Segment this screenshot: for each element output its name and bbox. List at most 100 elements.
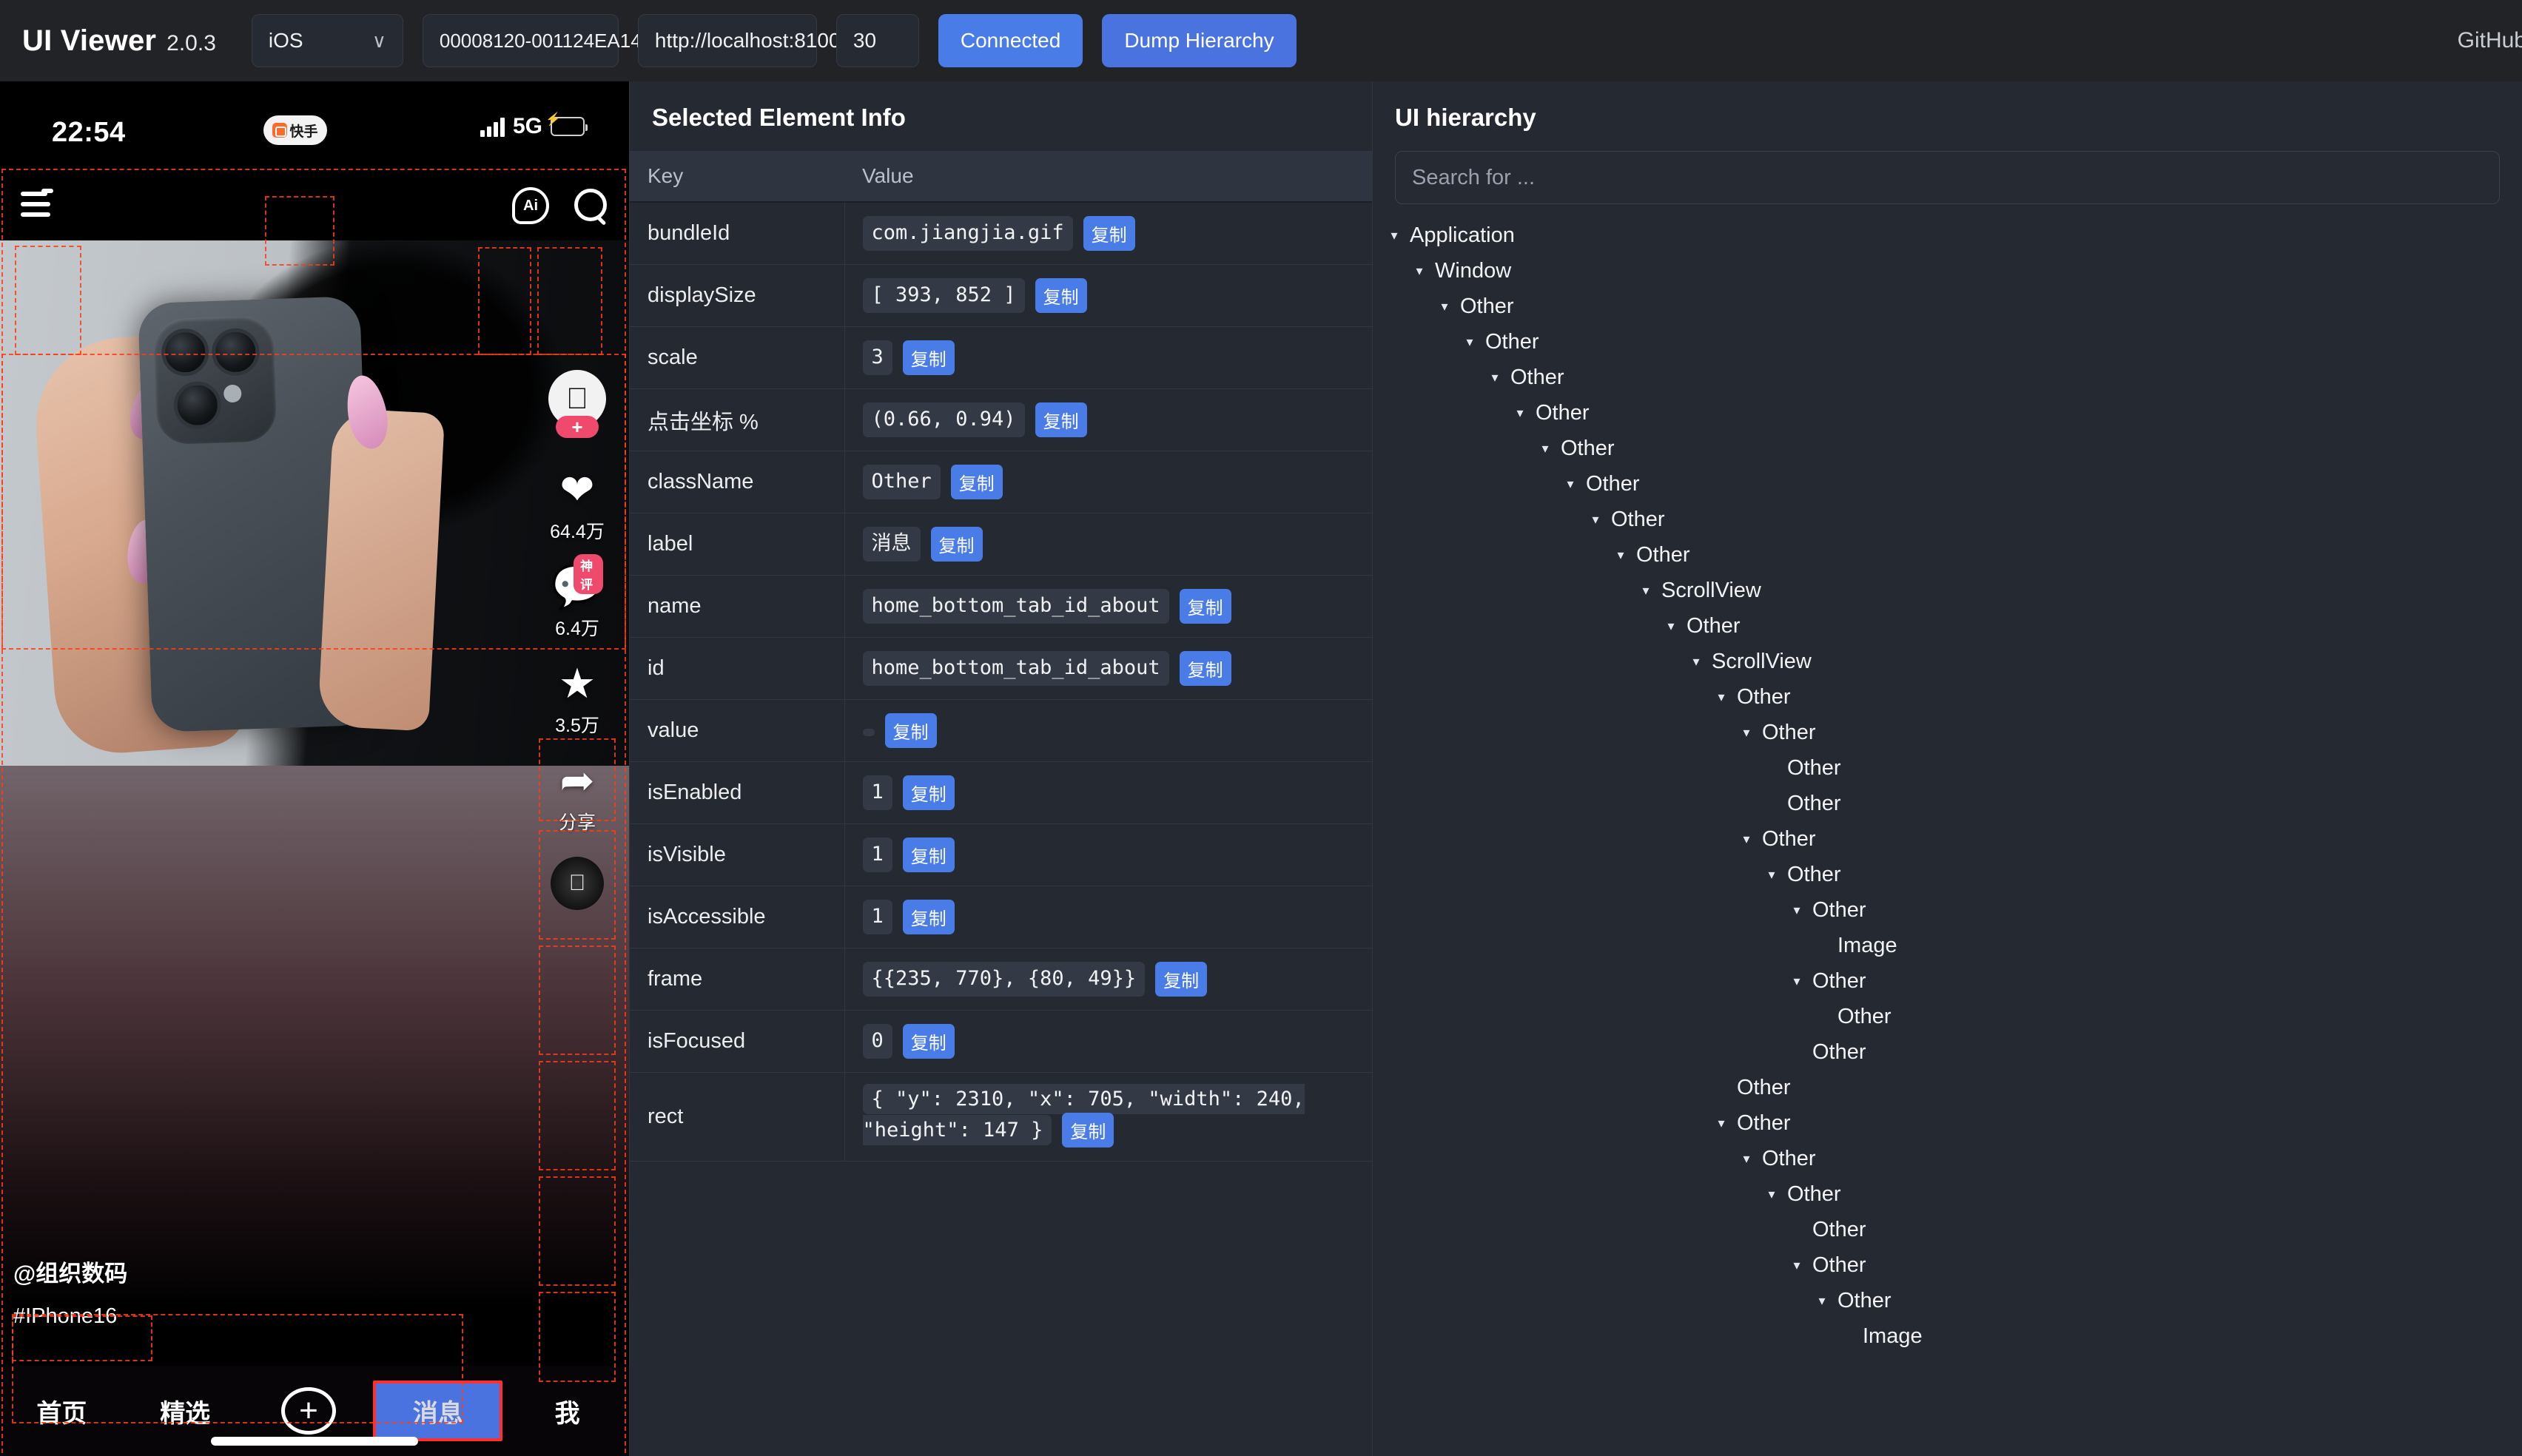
caret-down-icon[interactable]: ▾ (1812, 1293, 1832, 1309)
caret-down-icon[interactable]: ▾ (1661, 619, 1681, 634)
interval-input[interactable]: 30 (835, 14, 919, 67)
caret-down-icon[interactable]: ▾ (1737, 725, 1756, 741)
favorite-action[interactable]: ★ 3.5万 (555, 663, 599, 738)
github-link[interactable]: GitHub (2458, 28, 2522, 53)
tree-node[interactable]: ▾Other (1379, 857, 2522, 892)
tree-node[interactable]: ▾Other (1379, 395, 2522, 431)
copy-button[interactable]: 复制 (902, 340, 955, 375)
tree-node[interactable]: ▾Other (1379, 1105, 2522, 1141)
share-action[interactable]: ➦ 分享 (559, 760, 596, 835)
caret-down-icon[interactable]: ▾ (1687, 654, 1706, 670)
caret-down-icon[interactable]: ▾ (1561, 476, 1580, 492)
device-select[interactable]: 00008120-001124EA1493C01E ∨ (422, 14, 743, 67)
tab-home[interactable]: 首页 (0, 1366, 124, 1456)
platform-select[interactable]: iOS ∨ (251, 14, 403, 67)
follow-button[interactable]: + (556, 416, 599, 438)
connect-button[interactable]: Connected (938, 14, 1083, 67)
tree-node[interactable]: ▾Other (1379, 1070, 2522, 1105)
ai-assistant-icon[interactable]: Ai (512, 187, 549, 224)
music-disc[interactable]:  (551, 857, 604, 910)
video-feed[interactable]:  + ❤ 64.4万 神评 💬 6.4万 ★ 3.5万 ➦ (0, 240, 629, 1456)
tree-node[interactable]: ▾ Application (1379, 218, 2522, 253)
tree-node[interactable]: ▾Other (1379, 821, 2522, 857)
caption-hashtag[interactable]: #IPhone16 (13, 1304, 127, 1329)
tree-node[interactable]: ▾Other (1379, 1247, 2522, 1283)
tree-node[interactable]: ▾Other (1379, 431, 2522, 466)
tree-node[interactable]: ▾Other (1379, 1212, 2522, 1247)
copy-button[interactable]: 复制 (902, 837, 955, 872)
tree-node[interactable]: ▾Other (1379, 963, 2522, 999)
copy-button[interactable]: 复制 (1035, 402, 1087, 437)
caret-down-icon[interactable]: ▾ (1435, 299, 1454, 314)
device-screen-mirror[interactable]: 22:54 快手 5G Ai + ❤ 64.4万 神评 6.4万 ★ 3.5万 … (0, 81, 629, 1456)
copy-button[interactable]: 复制 (1083, 216, 1135, 251)
menu-icon[interactable] (21, 189, 56, 221)
copy-button[interactable]: 复制 (1155, 962, 1208, 997)
selected-element-info-panel: Selected Element Info Key Value bundleId… (629, 81, 1373, 1456)
tree-node[interactable]: ▾Other (1379, 502, 2522, 537)
copy-button[interactable]: 复制 (1035, 278, 1087, 313)
dump-hierarchy-button[interactable]: Dump Hierarchy (1102, 14, 1297, 67)
copy-button[interactable]: 复制 (902, 775, 955, 810)
caret-down-icon[interactable]: ▾ (1762, 867, 1781, 883)
tree-node[interactable]: ▾ Other (1379, 537, 2522, 573)
caret-down-icon[interactable]: ▾ (1787, 903, 1806, 918)
tree-node[interactable]: ▾Other (1379, 1176, 2522, 1212)
caret-down-icon[interactable]: ▾ (1737, 1151, 1756, 1167)
caret-down-icon[interactable]: ▾ (1787, 974, 1806, 989)
copy-button[interactable]: 复制 (902, 1024, 955, 1059)
caret-down-icon[interactable]: ▾ (1636, 583, 1655, 599)
tree-node-label: Other (1737, 1075, 1791, 1099)
tree-node[interactable]: ▾Other (1379, 1141, 2522, 1176)
caret-down-icon[interactable]: ▾ (1712, 1116, 1731, 1131)
server-url-input[interactable]: http://localhost:8100 (637, 14, 841, 67)
tree-node[interactable]: ▾ Window (1379, 253, 2522, 289)
tree-node[interactable]: ▾Other (1379, 289, 2522, 324)
author-avatar[interactable]:  + (548, 370, 606, 438)
tree-node[interactable]: ▾Other (1379, 324, 2522, 360)
caret-down-icon[interactable]: ▾ (1586, 512, 1605, 528)
tree-node[interactable]: ▾Other (1379, 1283, 2522, 1318)
copy-button[interactable]: 复制 (884, 713, 937, 748)
caret-down-icon[interactable]: ▾ (1485, 370, 1504, 385)
caret-down-icon[interactable]: ▾ (1787, 1258, 1806, 1273)
tree-node[interactable]: ▾Other (1379, 715, 2522, 750)
caret-down-icon[interactable]: ▾ (1460, 334, 1479, 350)
caret-down-icon[interactable]: ▾ (1611, 547, 1630, 563)
hierarchy-tree[interactable]: ▾ Application ▾ Window ▾ Other ▾ Other ▾ Other ▾ Ot… (1373, 218, 2522, 1456)
caret-down-icon[interactable]: ▾ (1762, 1187, 1781, 1202)
tab-profile[interactable]: 我 (505, 1366, 629, 1456)
tab-messages[interactable]: 消息 (373, 1381, 503, 1441)
tree-node[interactable]: ▾Other (1379, 608, 2522, 644)
caption-author[interactable]: @组织数码 (13, 1255, 127, 1288)
search-input[interactable] (1395, 151, 2500, 204)
tree-node[interactable]: ▾Other (1379, 466, 2522, 502)
comment-action[interactable]: 神评 💬 6.4万 (551, 554, 603, 641)
copy-button[interactable]: 复制 (1062, 1113, 1114, 1148)
copy-button[interactable]: 复制 (1179, 651, 1231, 686)
copy-button[interactable]: 复制 (930, 527, 983, 562)
tree-node[interactable]: ▾Other (1379, 1034, 2522, 1070)
tree-node[interactable]: ▾Other (1379, 999, 2522, 1034)
tree-node[interactable]: ▾Other (1379, 360, 2522, 395)
tree-node[interactable]: ▾Other (1379, 679, 2522, 715)
like-action[interactable]: ❤ 64.4万 (550, 469, 605, 544)
caret-down-icon[interactable]: ▾ (1410, 263, 1429, 279)
tree-node[interactable]: ▾Other (1379, 892, 2522, 928)
caret-down-icon[interactable]: ▾ (1385, 228, 1404, 243)
caret-down-icon[interactable]: ▾ (1510, 405, 1530, 421)
search-icon[interactable] (574, 189, 608, 223)
copy-button[interactable]: 复制 (950, 465, 1003, 499)
tree-node-label: Other (1636, 542, 1690, 567)
copy-button[interactable]: 复制 (1179, 589, 1231, 624)
tree-node[interactable]: ▾ ScrollView (1379, 644, 2522, 679)
tree-node[interactable]: ▾Other (1379, 750, 2522, 786)
caret-down-icon[interactable]: ▾ (1712, 690, 1731, 705)
caret-down-icon[interactable]: ▾ (1737, 832, 1756, 847)
copy-button[interactable]: 复制 (902, 900, 955, 934)
tree-node[interactable]: ▾Image (1379, 1318, 2522, 1354)
tree-node[interactable]: ▾ ScrollView (1379, 573, 2522, 608)
tree-node[interactable]: ▾Image (1379, 928, 2522, 963)
tree-node[interactable]: ▾Other (1379, 786, 2522, 821)
caret-down-icon[interactable]: ▾ (1536, 441, 1555, 456)
